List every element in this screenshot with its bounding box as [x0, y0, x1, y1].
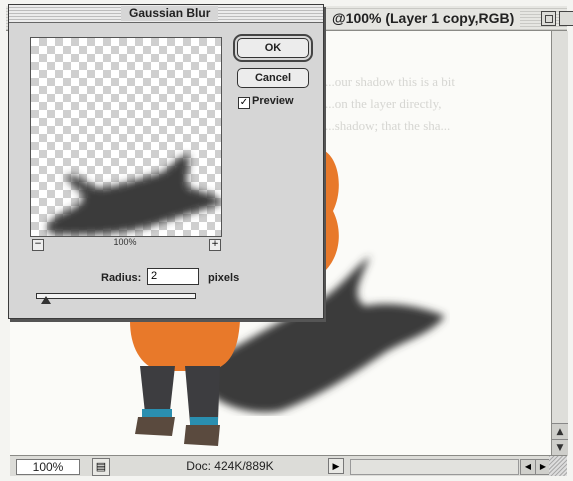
vertical-scrollbar[interactable]: ▲ ▼	[551, 31, 568, 456]
preview-zoom-label: 100%	[113, 237, 137, 247]
orange-edge	[325, 151, 339, 271]
radius-label: Radius:	[101, 272, 142, 284]
radius-slider[interactable]	[36, 293, 196, 299]
zoom-field[interactable]: 100%	[16, 459, 80, 475]
radius-input[interactable]	[147, 268, 199, 285]
ok-button[interactable]: OK	[233, 34, 313, 62]
filter-preview[interactable]	[30, 37, 222, 237]
scroll-left-icon[interactable]: ◀	[520, 459, 536, 475]
preview-label: Preview	[252, 95, 294, 107]
doc-size-info: Doc: 424K/889K	[186, 459, 274, 473]
document-title: @100% (Layer 1 copy,RGB)	[326, 9, 521, 27]
status-bar: 100% ▤ Doc: 424K/889K ▶ ◀ ▶	[10, 455, 567, 476]
cancel-button[interactable]: Cancel	[237, 68, 309, 88]
resize-grip-icon[interactable]	[549, 456, 567, 476]
scroll-up-icon[interactable]: ▲	[552, 423, 568, 440]
radius-slider-thumb[interactable]	[40, 296, 51, 304]
dialog-title: Gaussian Blur	[121, 6, 219, 21]
dialog-titlebar[interactable]: Gaussian Blur	[9, 5, 323, 23]
gaussian-blur-dialog: Gaussian Blur − 100% + OK Cancel ✓ Previ…	[8, 4, 324, 319]
zoom-out-icon[interactable]: −	[32, 239, 44, 251]
zoom-box-icon[interactable]	[541, 11, 556, 26]
zoom-in-icon[interactable]: +	[209, 239, 221, 251]
collapse-box-icon[interactable]	[559, 11, 573, 26]
horizontal-scrollbar[interactable]	[350, 459, 519, 475]
preview-checkbox[interactable]: ✓	[238, 97, 250, 109]
info-menu-arrow-icon[interactable]: ▶	[328, 458, 344, 474]
preview-shadow	[47, 155, 221, 235]
background-text: ...our shadow this is a bit ...on the la…	[325, 74, 455, 133]
scroll-down-icon[interactable]: ▼	[552, 439, 568, 456]
document-icon[interactable]: ▤	[92, 458, 110, 476]
radius-units-label: pixels	[208, 272, 240, 284]
